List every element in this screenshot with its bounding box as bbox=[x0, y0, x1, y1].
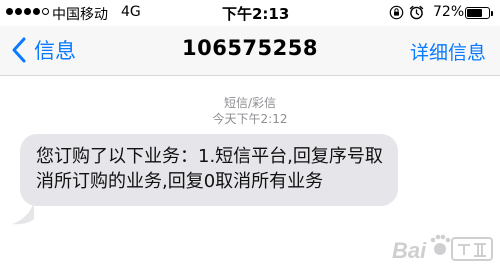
network-type: 4G bbox=[121, 4, 141, 20]
signal-dot bbox=[15, 8, 22, 15]
alarm-clock-icon bbox=[409, 5, 424, 20]
message-timestamp: 今天下午2:12 bbox=[212, 112, 288, 126]
message-type-label: 短信/彩信 bbox=[223, 96, 277, 110]
battery-fill bbox=[467, 9, 483, 17]
signal-strength-icon bbox=[6, 8, 49, 15]
signal-dot bbox=[24, 8, 31, 15]
watermark-logo: Bai bbox=[392, 234, 493, 263]
navigation-bar: 信息 106575258 详细信息 bbox=[0, 26, 500, 76]
svg-text:Bai: Bai bbox=[392, 238, 427, 263]
rotation-lock-icon bbox=[389, 5, 404, 20]
message-text: 您订购了以下业务：1.短信平台,回复序号取消所订购的业务,回复0取消所有业务 bbox=[36, 146, 383, 192]
signal-dot bbox=[33, 8, 40, 15]
carrier-name: 中国移动 bbox=[52, 7, 108, 23]
details-button[interactable]: 详细信息 bbox=[410, 38, 486, 65]
battery-tip bbox=[491, 11, 493, 16]
battery-percentage: 72% bbox=[433, 4, 465, 20]
status-time: 下午2:13 bbox=[222, 5, 290, 23]
incoming-message-bubble[interactable]: 您订购了以下业务：1.短信平台,回复序号取消所订购的业务,回复0取消所有业务 bbox=[20, 134, 398, 206]
signal-dot bbox=[42, 8, 49, 15]
battery-icon bbox=[465, 7, 495, 20]
status-bar: 中国移动 4G 下午2:13 72% bbox=[0, 0, 500, 26]
bubble-tail bbox=[12, 203, 34, 225]
signal-dot bbox=[6, 8, 13, 15]
